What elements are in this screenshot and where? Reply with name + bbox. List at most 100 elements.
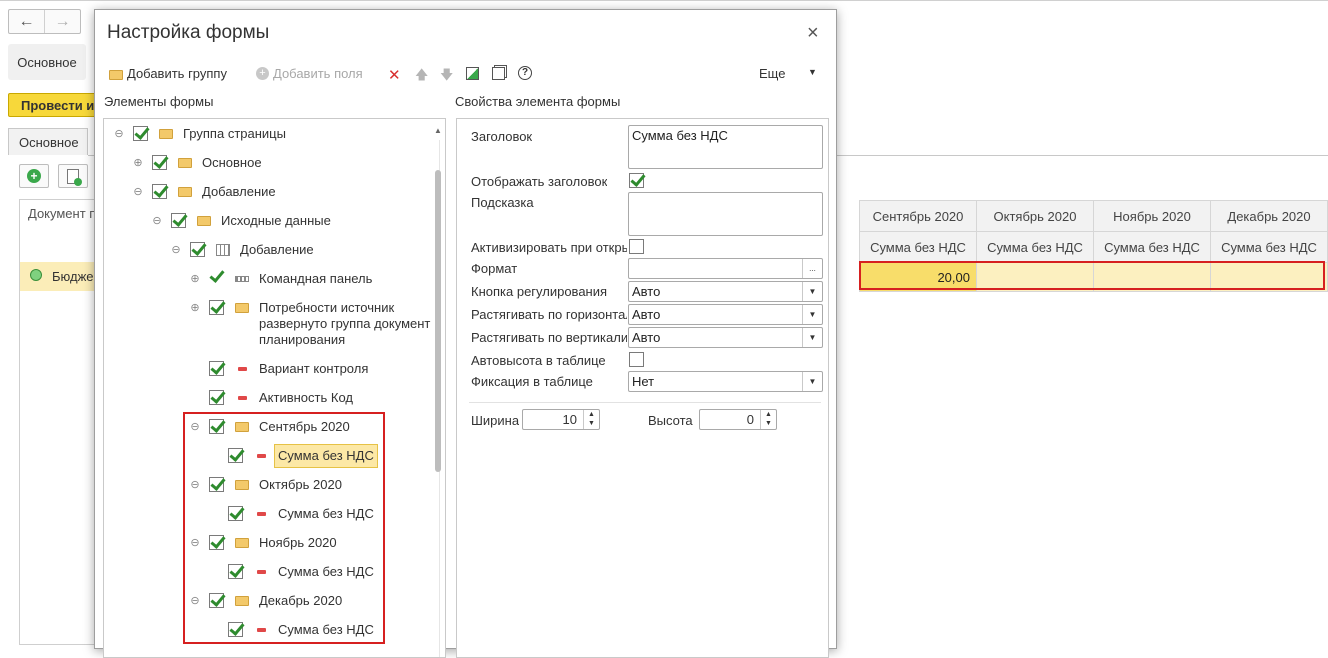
month-header[interactable]: Ноябрь 2020 [1093, 200, 1211, 232]
collapse-icon[interactable]: ⊖ [170, 242, 182, 258]
fixation-label: Фиксация в таблице [471, 374, 593, 389]
month-header[interactable]: Сентябрь 2020 [859, 200, 977, 232]
folder-icon [234, 300, 250, 316]
stretch-v-value: Авто [632, 330, 661, 345]
chevron-down-icon[interactable]: ▼ [808, 67, 817, 77]
title-label: Заголовок [471, 129, 533, 144]
fixation-select[interactable]: Нет ▼ [628, 371, 823, 392]
tree-item[interactable]: ⊖ Исходные данные [151, 213, 331, 229]
stretch-h-select[interactable]: Авто ▼ [628, 304, 823, 325]
back-icon[interactable]: ← [9, 10, 44, 33]
column-header[interactable]: Сумма без НДС [976, 231, 1094, 263]
folder-icon [177, 155, 193, 171]
folder-add-icon [109, 69, 123, 80]
check-all-icon[interactable] [466, 67, 479, 80]
chevron-down-icon[interactable]: ▼ [802, 328, 822, 347]
stretch-h-value: Авто [632, 307, 661, 322]
tree-item-label: Активность Код [259, 390, 353, 405]
checkbox[interactable] [209, 361, 224, 376]
checkbox[interactable] [209, 300, 224, 315]
chevron-down-icon[interactable]: ▼ [802, 305, 822, 324]
highlight-box-tree [183, 412, 385, 644]
top-border [0, 0, 1328, 1]
table-icon [215, 242, 231, 258]
checkbox[interactable] [133, 126, 148, 141]
autoheight-checkbox[interactable] [629, 352, 644, 367]
adjust-button-select[interactable]: Авто ▼ [628, 281, 823, 302]
format-button[interactable]: ... [802, 259, 822, 278]
field-icon [234, 390, 250, 406]
activate-checkbox[interactable] [629, 239, 644, 254]
close-icon[interactable]: × [807, 22, 819, 45]
command-panel-icon [234, 271, 250, 287]
column-header[interactable]: Сумма без НДС [1093, 231, 1211, 263]
delete-icon[interactable]: ✕ [388, 66, 401, 84]
checkbox[interactable] [190, 242, 205, 257]
expand-icon[interactable]: ⊕ [132, 155, 144, 171]
stretch-v-select[interactable]: Авто ▼ [628, 327, 823, 348]
month-header[interactable]: Декабрь 2020 [1210, 200, 1328, 232]
width-stepper[interactable]: 10 ▲ ▼ [522, 409, 600, 430]
chevron-down-icon[interactable]: ▼ [802, 282, 822, 301]
expand-icon[interactable]: ⊕ [189, 271, 201, 287]
checkbox[interactable] [152, 184, 167, 199]
add-group-label: Добавить группу [127, 66, 227, 81]
help-icon[interactable]: ? [518, 66, 532, 80]
checkmark-icon[interactable] [209, 271, 224, 286]
add-fields-label: Добавить поля [273, 66, 363, 81]
height-value: 0 [746, 412, 754, 427]
tree-item[interactable]: ⊖ Добавление [132, 184, 276, 200]
scroll-up-icon[interactable]: ▲ [434, 126, 442, 135]
tree-item[interactable]: ⊕ Потребности источник развернуто группа… [189, 300, 439, 348]
activate-label: Активизировать при откры [471, 240, 627, 255]
row-text: Бюдже [52, 269, 94, 284]
stretch-v-label: Растягивать по вертикали [471, 330, 627, 345]
show-title-checkbox[interactable] [629, 173, 644, 188]
move-up-icon[interactable]: 🡅 [415, 66, 428, 88]
hint-field[interactable] [628, 192, 823, 236]
tree-item-label: Группа страницы [183, 126, 286, 141]
column-header[interactable]: Сумма без НДС [859, 231, 977, 263]
more-menu[interactable]: Еще [759, 66, 785, 81]
add-button[interactable]: + [19, 164, 49, 188]
stretch-h-label: Растягивать по горизонтали [471, 307, 627, 322]
show-title-label: Отображать заголовок [471, 174, 608, 189]
post-button[interactable]: Провести и [8, 93, 100, 117]
tree-item[interactable]: Вариант контроля [209, 361, 368, 377]
tree-item-label: Потребности источник развернуто группа д… [259, 300, 431, 347]
month-header[interactable]: Октябрь 2020 [976, 200, 1094, 232]
folder-icon [196, 213, 212, 229]
chevron-down-icon[interactable]: ▼ [802, 372, 822, 391]
title-field[interactable]: Сумма без НДС [628, 125, 823, 169]
grid-header-document: Документ п [28, 206, 94, 221]
collapse-icon[interactable]: ⊖ [132, 184, 144, 200]
copy-icon[interactable] [492, 67, 505, 80]
right-section-title: Свойства элемента формы [455, 94, 621, 109]
stepper-arrows-icon[interactable]: ▲ ▼ [583, 410, 599, 429]
format-field[interactable]: ... [628, 258, 823, 279]
height-stepper[interactable]: 0 ▲ ▼ [699, 409, 777, 430]
forward-icon[interactable]: → [44, 10, 80, 33]
tab-main[interactable]: Основное [8, 128, 88, 155]
collapse-icon[interactable]: ⊖ [113, 126, 125, 142]
tree-item[interactable]: ⊕ Основное [132, 155, 262, 171]
add-document-button[interactable] [58, 164, 88, 188]
collapse-icon[interactable]: ⊖ [151, 213, 163, 229]
checkbox[interactable] [209, 390, 224, 405]
column-header[interactable]: Сумма без НДС [1210, 231, 1328, 263]
expand-icon[interactable]: ⊕ [189, 300, 201, 316]
adjust-button-label: Кнопка регулирования [471, 284, 608, 299]
tree-item[interactable]: ⊖ Добавление [170, 242, 314, 258]
stepper-arrows-icon[interactable]: ▲ ▼ [760, 410, 776, 429]
move-down-icon[interactable]: 🡇 [440, 66, 453, 88]
fixation-value: Нет [632, 374, 655, 389]
add-fields-button[interactable]: + Добавить поля [256, 66, 363, 81]
checkbox[interactable] [171, 213, 186, 228]
main-section-tab[interactable]: Основное [8, 44, 86, 80]
tree-item[interactable]: ⊕ Командная панель [189, 271, 372, 287]
checkbox[interactable] [152, 155, 167, 170]
width-label: Ширина [471, 413, 520, 428]
tree-item[interactable]: ⊖ Группа страницы [113, 126, 286, 142]
add-group-button[interactable]: Добавить группу [109, 66, 227, 81]
tree-item[interactable]: Активность Код [209, 390, 353, 406]
